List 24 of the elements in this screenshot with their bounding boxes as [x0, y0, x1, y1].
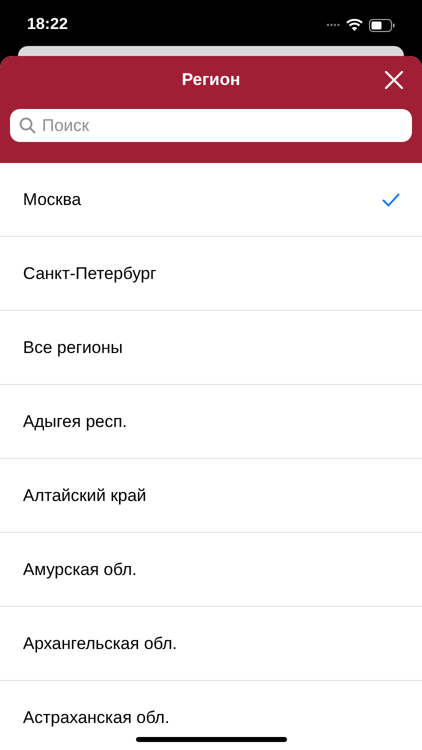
region-name: Санкт-Петербург — [23, 262, 156, 285]
region-name: Астраханская обл. — [23, 706, 170, 729]
region-name: Амурская обл. — [23, 558, 137, 581]
region-name: Все регионы — [23, 336, 123, 359]
close-button[interactable] — [384, 70, 404, 90]
status-time: 18:22 — [27, 15, 68, 35]
region-name: Адыгея респ. — [23, 410, 128, 433]
region-name: Москва — [23, 188, 82, 211]
close-icon — [384, 70, 404, 90]
region-item[interactable]: Все регионы — [0, 311, 422, 385]
sheet-title: Регион — [182, 69, 240, 92]
battery-icon — [369, 18, 395, 32]
region-item[interactable]: Архангельская обл. — [0, 607, 422, 681]
region-item[interactable]: Москва — [0, 163, 422, 237]
signal-dots-icon — [326, 23, 340, 27]
region-name: Алтайский край — [23, 484, 146, 507]
region-item[interactable]: Алтайский край — [0, 459, 422, 533]
region-name: Архангельская обл. — [23, 632, 178, 655]
search-field[interactable]: Поиск — [10, 109, 412, 142]
region-item[interactable]: Адыгея респ. — [0, 385, 422, 459]
wifi-icon — [346, 19, 363, 31]
search-icon — [19, 117, 36, 134]
region-item[interactable]: Амурская обл. — [0, 533, 422, 607]
region-item[interactable]: Санкт-Петербург — [0, 237, 422, 311]
